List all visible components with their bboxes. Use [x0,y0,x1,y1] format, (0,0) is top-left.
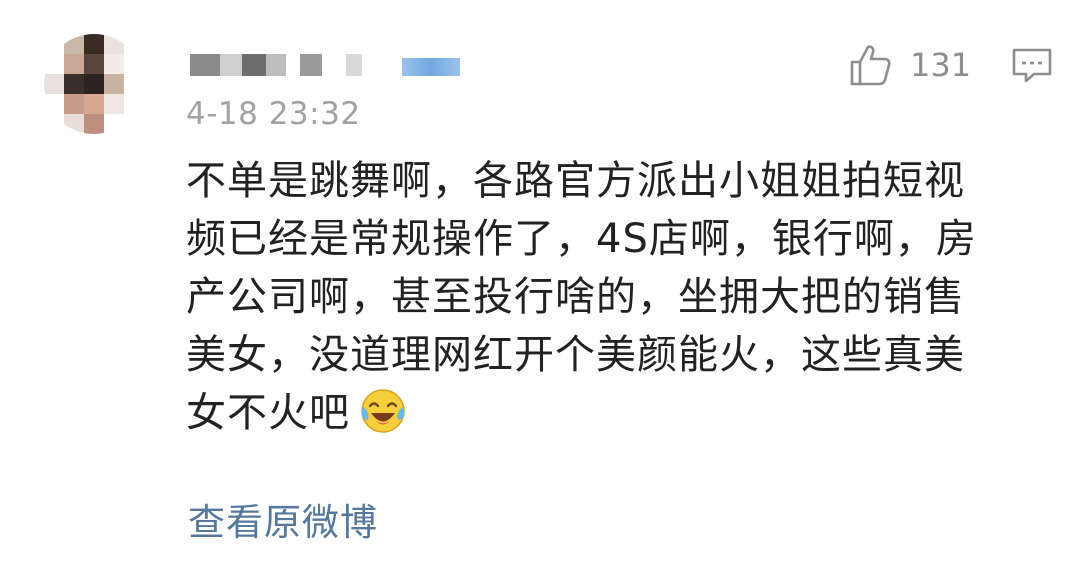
comment-timestamp: 4-18 23:32 [186,96,361,132]
avatar-pixel [64,94,84,114]
avatar-pixel [44,34,64,54]
comment-line: 频已经是常规操作了，4S店啊，银行啊，房 [186,216,977,262]
username-pixel [266,54,286,76]
avatar-pixel [64,74,84,94]
avatar-pixel [44,114,64,134]
view-original-weibo-link[interactable]: 查看原微博 [188,500,378,546]
avatar-pixel [104,94,124,114]
avatar-pixel [44,94,64,114]
avatar-pixel [104,74,124,94]
avatar-pixel [124,114,144,134]
avatar-pixel [44,74,64,94]
username-pixel [242,54,266,76]
thumbs-up-icon [850,45,891,86]
avatar-pixel [84,54,104,74]
comment-button[interactable] [1010,46,1054,86]
vip-badge [402,58,460,76]
avatar-pixel [124,54,144,74]
username-pixel [300,54,322,76]
avatar-pixel [84,74,104,94]
username-pixel [346,54,362,76]
comment-bubble-icon [1012,48,1052,83]
avatar-pixel [124,74,144,94]
avatar-pixel [84,34,104,54]
username-pixelated[interactable] [190,54,362,76]
avatar-pixel [64,114,84,134]
avatar-pixel [124,34,144,54]
username-pixel [286,54,300,76]
laughing-crying-emoji-icon [361,389,405,433]
avatar-pixel [84,114,104,134]
comment-line: 不单是跳舞啊，各路官方派出小姐姐拍短视 [186,158,965,204]
avatar-pixel [64,34,84,54]
like-count: 131 [910,46,972,84]
avatar-pixel [84,94,104,114]
comment-body: 不单是跳舞啊，各路官方派出小姐姐拍短视 频已经是常规操作了，4S店啊，银行啊，房… [186,152,1046,442]
like-button[interactable]: 131 [846,40,971,90]
comment-line: 美女，没道理网红开个美颜能火，这些真美 [186,332,965,378]
avatar-pixel [104,34,124,54]
avatar-pixel [104,54,124,74]
comment-line: 产公司啊，甚至投行啥的，坐拥大把的销售 [186,274,965,320]
avatar[interactable] [44,34,144,134]
username-pixel [190,54,220,76]
avatar-pixel [44,54,64,74]
avatar-pixel [64,54,84,74]
username-pixel [220,54,242,76]
avatar-pixel [104,114,124,134]
comment-line-last: 女不火吧 [186,384,1046,442]
comment-line-text: 女不火吧 [186,390,350,436]
username-pixel [322,54,346,76]
avatar-pixel [124,94,144,114]
